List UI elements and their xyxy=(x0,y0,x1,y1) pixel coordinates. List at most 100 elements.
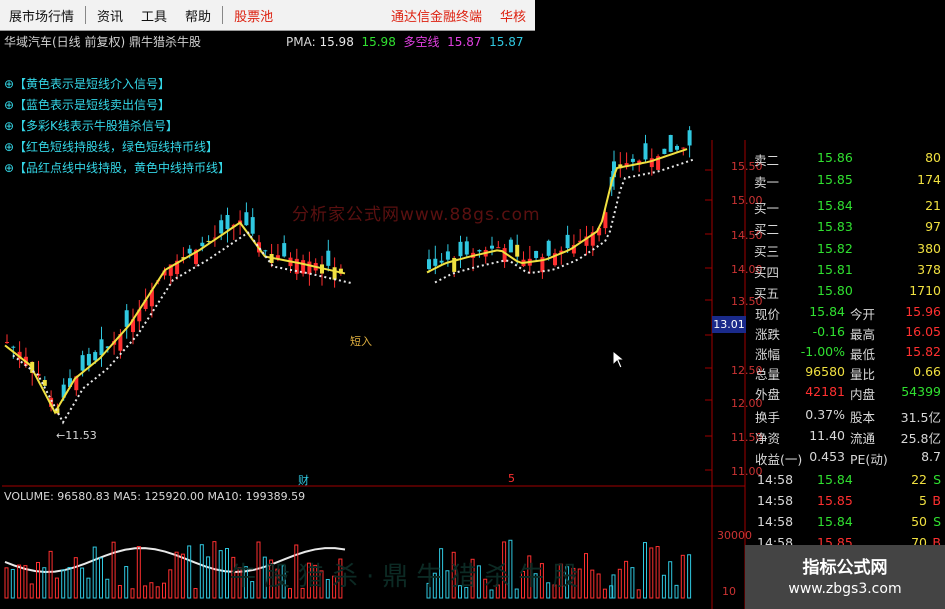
candle-body xyxy=(675,145,679,150)
volume-bar xyxy=(180,553,185,599)
candle-body xyxy=(200,242,205,247)
candle-body xyxy=(320,264,324,274)
candle-body xyxy=(30,361,35,373)
order-book-row: 买二 15.83 97 xyxy=(745,217,945,237)
tick-time: 14:58 xyxy=(757,514,794,529)
volume-legend: VOLUME: 96580.83 MA5: 125920.00 MA10: 19… xyxy=(4,490,306,503)
candle-body xyxy=(687,130,692,146)
candle-body xyxy=(49,397,54,407)
quote-stat-row: 总量 96580 量比 0.66 xyxy=(745,362,945,382)
candle-body xyxy=(118,333,123,351)
order-price: 15.85 xyxy=(817,172,853,187)
order-book-row: 买一 15.84 21 xyxy=(745,196,945,216)
order-book-row: 买三 15.82 380 xyxy=(745,239,945,259)
order-price: 15.83 xyxy=(817,219,853,234)
volume-bar xyxy=(643,542,647,599)
order-label: 买二 xyxy=(754,222,780,237)
menu-stock-pool[interactable]: 股票池 xyxy=(225,6,282,25)
volume-bar xyxy=(73,557,78,599)
quote-panel: 卖二 15.86 80 卖一 15.85 174 买一 15.84 21 买二 15.83 97 买三 1… xyxy=(745,140,945,550)
note-yellow-signal: ⊕【黄色表示是短线介入信号】 xyxy=(4,77,171,91)
volume-bar xyxy=(10,568,15,599)
candle-body xyxy=(527,258,532,266)
candle-body xyxy=(250,217,255,234)
candle-body xyxy=(609,176,614,187)
volume-bar xyxy=(655,546,660,599)
order-label: 买三 xyxy=(754,244,780,259)
tick-time: 14:58 xyxy=(757,472,794,487)
stat-label: 股本 xyxy=(850,410,876,425)
order-price: 15.81 xyxy=(817,262,853,277)
stat-label: 涨幅 xyxy=(755,347,781,362)
volume-bar xyxy=(199,544,204,599)
note-colorful-kline: ⊕【多彩K线表示牛股猎杀信号】 xyxy=(4,119,178,133)
candle-body xyxy=(427,259,431,270)
candle-body xyxy=(55,408,60,414)
candle-body xyxy=(42,380,47,386)
candle-body xyxy=(61,384,66,398)
volume-bar xyxy=(42,567,47,599)
volume-bar xyxy=(29,583,34,599)
menu-news[interactable]: 资讯 xyxy=(88,6,132,25)
order-label: 卖一 xyxy=(754,175,780,190)
candle-body xyxy=(534,250,539,258)
volume-bar xyxy=(187,545,192,599)
tick-price: 15.85 xyxy=(817,493,853,508)
candle-body xyxy=(433,258,438,266)
candle-body xyxy=(452,257,457,272)
candle-body xyxy=(326,250,331,266)
candle-body xyxy=(490,245,494,249)
candle-body xyxy=(23,356,28,366)
stat-label: PE(动) xyxy=(850,452,888,467)
menu-market[interactable]: 展市场行情 xyxy=(0,6,83,25)
note-mid-line: ⊕【品红点线中线持股，黄色中线持币线】 xyxy=(4,161,231,175)
tick-side: B xyxy=(932,493,941,508)
menu-broker-terminal[interactable]: 通达信金融终端 xyxy=(382,6,491,25)
candle-body xyxy=(578,240,583,243)
candle-body xyxy=(307,261,312,275)
pma-line-name: 多空线 xyxy=(403,35,440,49)
candle-body xyxy=(521,259,526,267)
candle-body xyxy=(643,143,648,160)
volume-bar xyxy=(130,588,135,599)
finance-event-marker[interactable]: 财 xyxy=(298,472,309,488)
menu-help[interactable]: 帮助 xyxy=(176,6,220,25)
menu-broker-2[interactable]: 华核 xyxy=(491,6,535,25)
stat-label: 现价 xyxy=(755,307,781,322)
candle-body xyxy=(508,239,513,253)
candle-body xyxy=(603,212,608,229)
mid-term-dotted-line xyxy=(12,231,354,425)
candle-body xyxy=(471,252,476,258)
candle-body xyxy=(149,290,154,307)
candle-body xyxy=(257,242,261,253)
candle-body xyxy=(181,257,186,259)
volume-bar xyxy=(218,550,223,599)
candle-body xyxy=(649,158,654,168)
candle-body xyxy=(515,244,520,257)
stat-value: -1.00% xyxy=(800,344,845,359)
volume-bar xyxy=(92,546,97,599)
candle-body xyxy=(681,147,686,149)
low-price-label: ←11.53 xyxy=(56,429,97,442)
quote-stat2-row: 收益(一) 0.453 PE(动) 8.7 xyxy=(745,447,945,467)
stat-label: 最低 xyxy=(850,347,876,362)
order-label: 买一 xyxy=(754,201,780,216)
stat-value: 15.84 xyxy=(809,304,845,319)
event-marker-2[interactable]: 5 xyxy=(508,472,515,485)
order-book-row: 买五 15.80 1710 xyxy=(745,281,945,301)
indicator-notes: ⊕【黄色表示是短线介入信号】 ⊕【蓝色表示是短线卖出信号】 ⊕【多彩K线表示牛股… xyxy=(4,74,230,179)
menu-tools[interactable]: 工具 xyxy=(132,6,176,25)
volume-bar xyxy=(86,577,91,599)
order-volume: 21 xyxy=(925,198,941,213)
candle-body xyxy=(99,339,104,356)
volume-bar xyxy=(149,582,154,599)
order-label: 买四 xyxy=(754,265,780,280)
candle-body xyxy=(288,257,293,267)
chart-title: 华域汽车(日线 前复权) 鼎牛猎杀牛股 xyxy=(4,35,201,49)
candle-body xyxy=(124,310,129,327)
volume-bar xyxy=(168,569,173,599)
stat-label: 外盘 xyxy=(755,387,781,402)
volume-bar xyxy=(590,569,595,599)
stat-value: 11.40 xyxy=(809,428,845,443)
candle-body xyxy=(5,342,9,344)
